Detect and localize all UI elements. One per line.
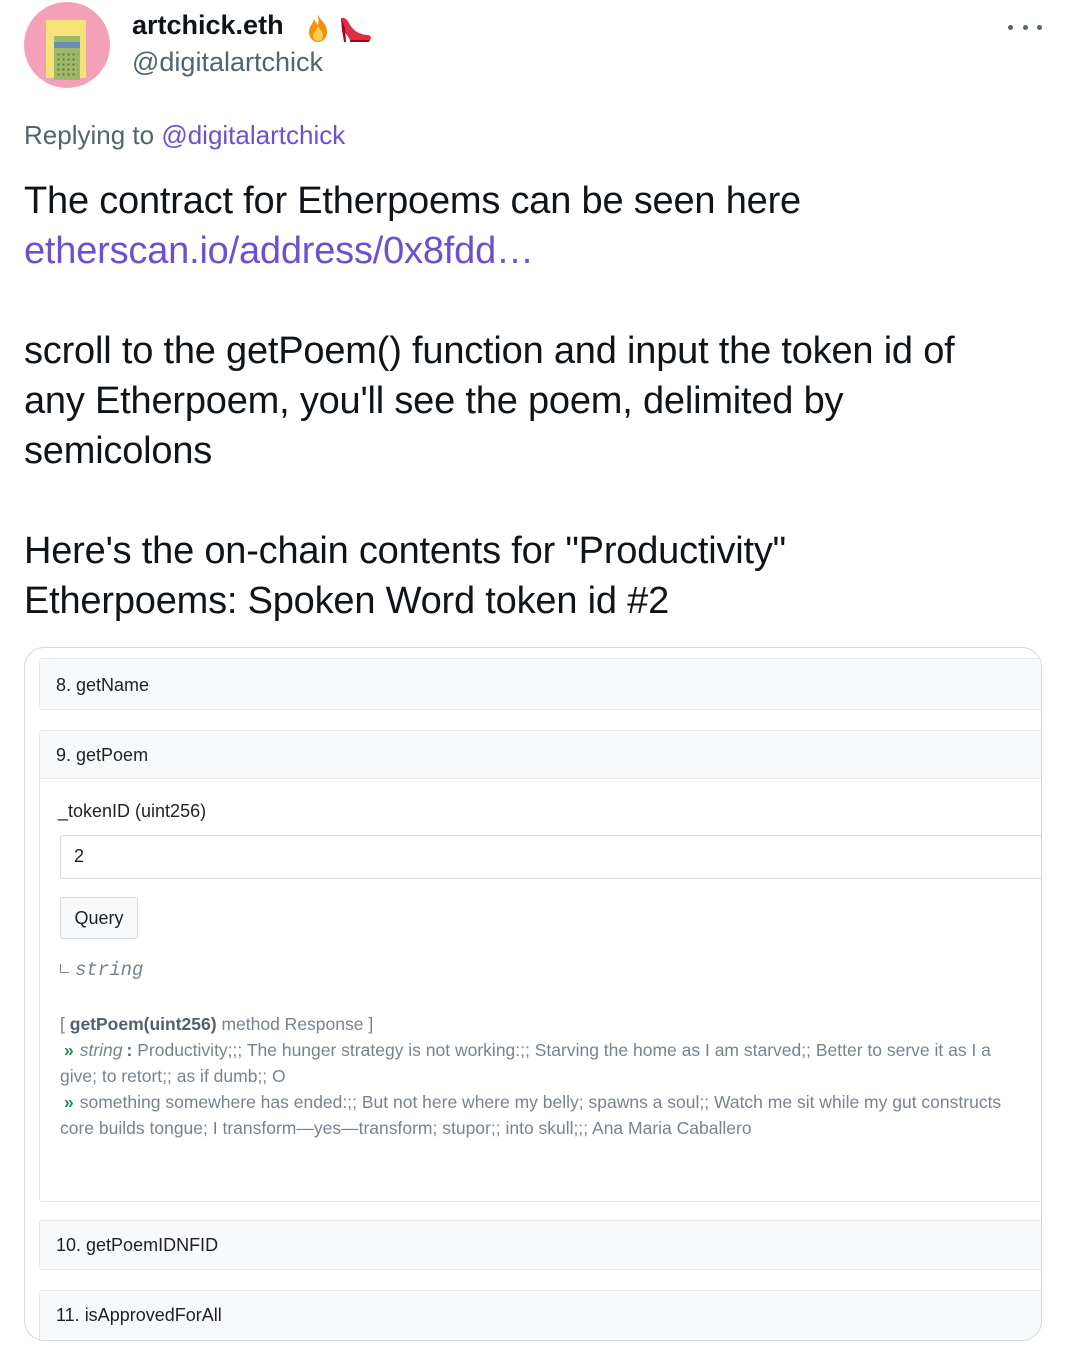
response-suffix: method Response ] (221, 1014, 374, 1034)
response-method: getPoem(uint256) (69, 1014, 217, 1034)
dot (1037, 24, 1042, 30)
tweet-text: The contract for Etherpoems can be seen … (24, 176, 1064, 626)
fire-icon (309, 14, 327, 42)
tweet-line: scroll to the getPoem() function and inp… (24, 330, 955, 372)
replying-prefix: Replying to (24, 120, 155, 150)
bracket: [ (60, 1014, 65, 1034)
author-handle[interactable]: @digitalartchick (132, 47, 323, 78)
param-label: _tokenID (uint256) (58, 801, 207, 821)
high-heel-icon (341, 17, 371, 42)
dot (1008, 24, 1013, 30)
function-title: 11. isApprovedForAll (56, 1305, 222, 1325)
more-options-icon[interactable] (1008, 16, 1042, 38)
response-line: » string: Productivity;;; The hunger stra… (60, 1037, 1041, 1063)
avatar-pattern (56, 52, 78, 78)
response-line: give; to retort;; as if dumb;; O (60, 1066, 286, 1086)
chevron-right-icon: » (64, 1040, 74, 1060)
chevron-right-icon: » (64, 1092, 74, 1112)
contract-read-panel: 8. getName 9. getPoem _tokenID (uint256)… (39, 648, 1041, 1340)
tweet-line: any Etherpoem, you'll see the poem, deli… (24, 380, 844, 422)
dot (1022, 24, 1028, 30)
response-line: core builds tongue; I transform—yes—tran… (60, 1118, 752, 1138)
tweet-line: The contract for Etherpoems can be seen … (24, 180, 801, 222)
response-header: [ getPoem(uint256) method Response ] (60, 1011, 1041, 1037)
function-title: 9. getPoem (56, 745, 149, 765)
function-card-getpoemidnfid[interactable]: 10. getPoemIDNFID (39, 1220, 1041, 1270)
display-name[interactable]: artchick.eth (132, 10, 284, 41)
tweet-line: Etherpoems: Spoken Word token id #2 (24, 580, 670, 622)
response-colon: : (126, 1040, 133, 1060)
function-title: 8. getName (56, 675, 150, 695)
function-header[interactable] (40, 731, 1041, 779)
response-line: » something somewhere has ended:;; But no… (60, 1089, 1041, 1115)
tweet-line: Here's the on-chain contents for "Produc… (24, 530, 786, 572)
token-id-input[interactable]: 2 (60, 835, 1041, 879)
tweet-line: semicolons (24, 430, 213, 472)
tweet-header: artchick.eth @digitalartchick (24, 2, 1066, 90)
return-type-label: string (75, 959, 144, 981)
avatar-eyes (54, 42, 80, 48)
avatar[interactable] (24, 2, 110, 88)
response-text: Productivity;;; The hunger strategy is n… (137, 1040, 991, 1060)
query-button[interactable]: Query (60, 897, 138, 939)
function-card-getname[interactable]: 8. getName (39, 658, 1041, 710)
return-type: string (60, 959, 143, 981)
function-card-getpoem: 9. getPoem _tokenID (uint256) 2 Query st… (39, 730, 1041, 1202)
replying-to: Replying to @digitalartchick (24, 120, 345, 151)
function-title: 10. getPoemIDNFID (56, 1235, 219, 1255)
return-corner-icon (60, 964, 69, 973)
response-type: string (79, 1040, 123, 1060)
response-text: something somewhere has ended:;; But not… (79, 1092, 1002, 1112)
method-response: [ getPoem(uint256) method Response ] » st… (60, 1011, 1041, 1141)
function-card-isapprovedforall[interactable]: 11. isApprovedForAll (39, 1290, 1041, 1340)
replying-mention-link[interactable]: @digitalartchick (161, 120, 345, 150)
etherscan-link[interactable]: etherscan.io/address/0x8fdd… (24, 226, 1064, 276)
attached-screenshot[interactable]: 8. getName 9. getPoem _tokenID (uint256)… (24, 647, 1042, 1341)
